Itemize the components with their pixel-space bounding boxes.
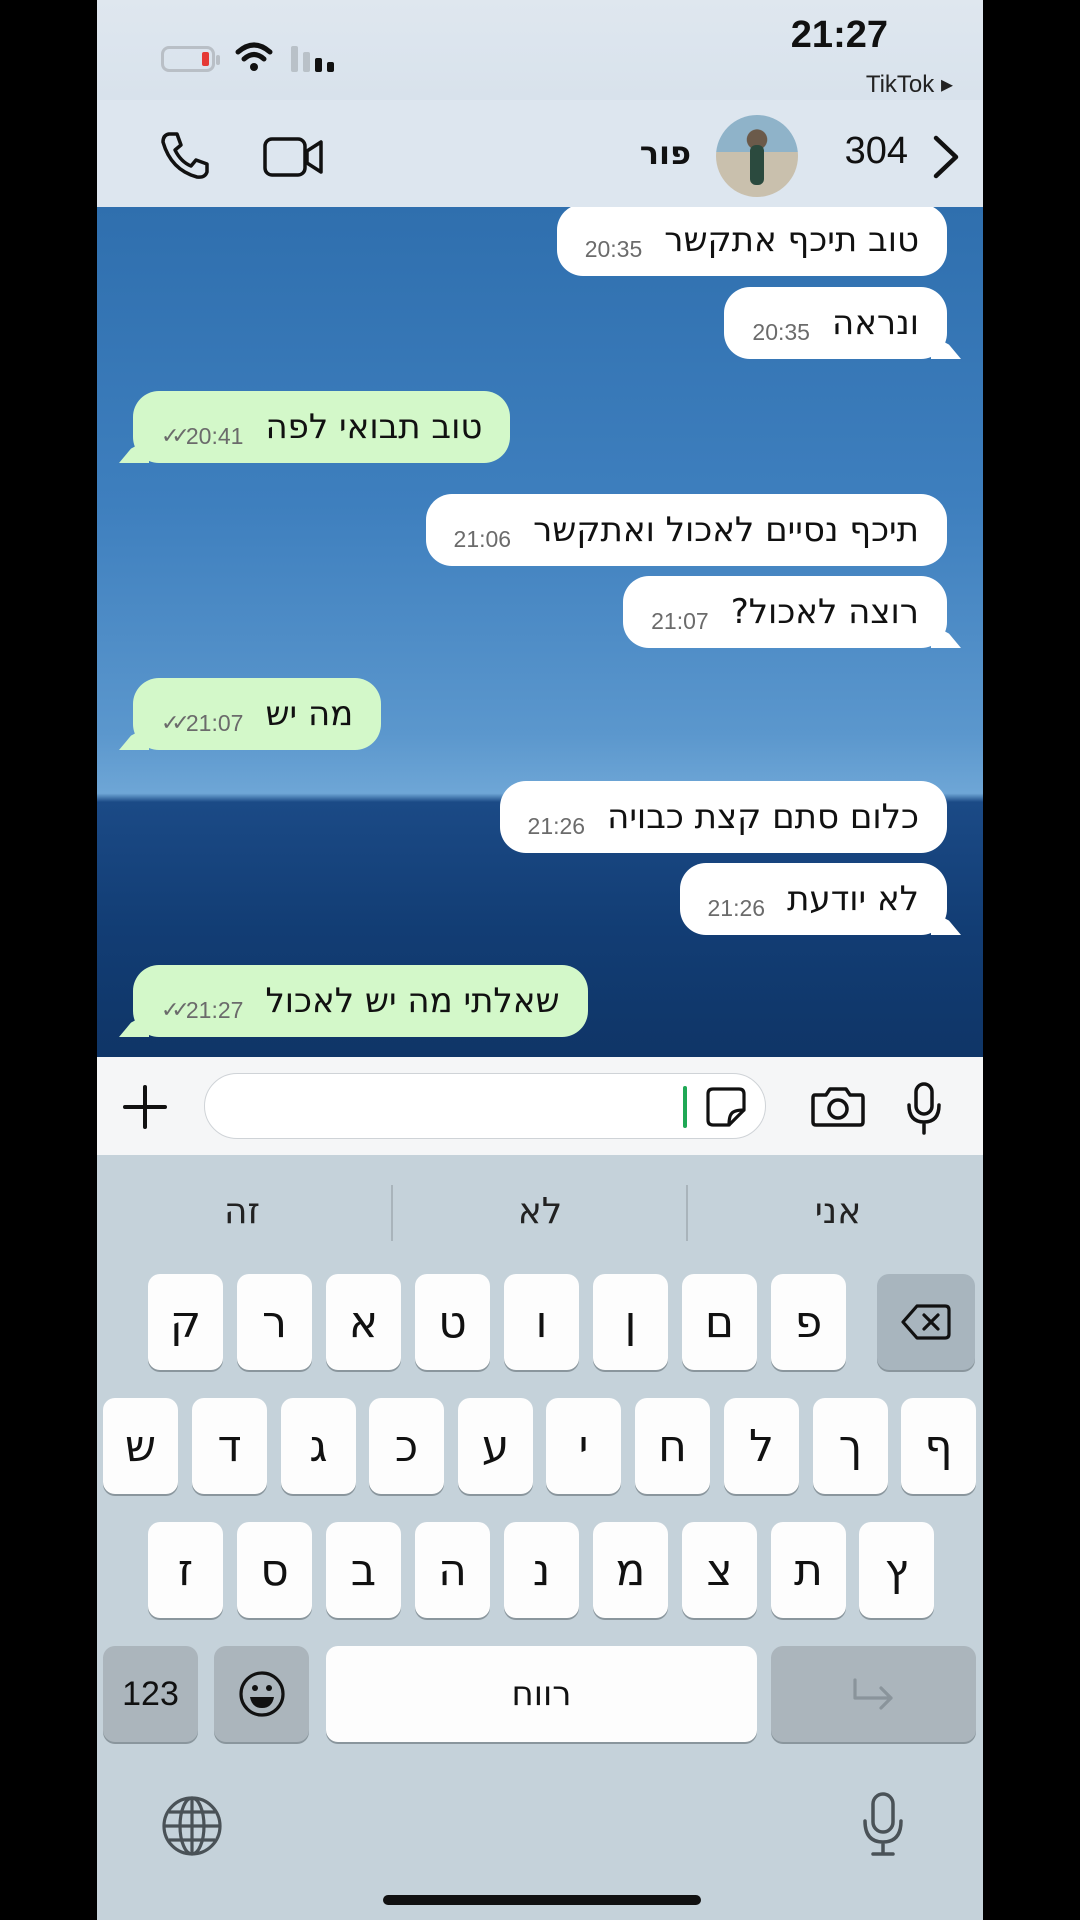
dictation-microphone-icon[interactable] — [861, 1791, 905, 1857]
key[interactable]: צ — [682, 1522, 757, 1618]
key[interactable]: ב — [326, 1522, 401, 1618]
message-outgoing[interactable]: טוב תבואי לפה 20:41 ✓✓ — [133, 391, 511, 463]
message-incoming[interactable]: ונראה 20:35 — [724, 287, 947, 359]
emoji-icon — [238, 1671, 285, 1717]
backspace-icon — [901, 1304, 951, 1340]
key[interactable]: ן — [593, 1274, 668, 1370]
key[interactable]: ף — [901, 1398, 976, 1494]
video-call-icon[interactable] — [263, 136, 325, 178]
read-receipt-icon: ✓✓ — [161, 997, 190, 1023]
phone-screen: 21:27 TikTok ▸ פור 304 טוב תיכף אתקשר 20… — [97, 0, 983, 1920]
chevron-right-icon[interactable] — [931, 134, 961, 180]
key[interactable]: ם — [682, 1274, 757, 1370]
read-receipt-icon: ✓✓ — [161, 423, 190, 449]
battery-icon — [161, 46, 220, 72]
text-cursor — [683, 1086, 687, 1128]
key[interactable]: י — [546, 1398, 621, 1494]
message-text: טוב תיכף אתקשר — [664, 220, 919, 260]
home-indicator[interactable] — [383, 1895, 701, 1905]
chat-area[interactable]: טוב תיכף אתקשר 20:35 ונראה 20:35 טוב תבו… — [97, 207, 983, 1057]
message-incoming[interactable]: טוב תיכף אתקשר 20:35 — [556, 207, 947, 276]
message-text: מה יש — [265, 694, 354, 734]
key[interactable]: ת — [771, 1522, 846, 1618]
microphone-icon[interactable] — [905, 1081, 943, 1135]
message-time: 21:07 — [651, 607, 709, 634]
keyboard: אני לא זה פ ם ן ו ט א ר ק ף ך ל ח י ע כ … — [97, 1155, 983, 1920]
key[interactable]: ך — [813, 1398, 888, 1494]
message-outgoing[interactable]: שאלתי מה יש לאכול 21:27 ✓✓ — [133, 965, 588, 1037]
cellular-signal-icon — [291, 46, 334, 72]
wifi-icon — [235, 42, 273, 71]
numbers-key[interactable]: 123 — [103, 1646, 198, 1742]
space-key[interactable]: רווח — [326, 1646, 757, 1742]
chat-header: פור 304 — [97, 100, 983, 207]
suggestion-item[interactable]: לא — [395, 1191, 685, 1232]
status-bar: 21:27 TikTok ▸ — [97, 0, 983, 100]
emoji-key[interactable] — [214, 1646, 309, 1742]
message-input-bar — [97, 1057, 983, 1155]
message-incoming[interactable]: תיכף נסיים לאכול ואתקשר 21:06 — [425, 494, 947, 566]
key[interactable]: א — [326, 1274, 401, 1370]
key[interactable]: ו — [504, 1274, 579, 1370]
key[interactable]: ל — [724, 1398, 799, 1494]
contact-name[interactable]: פור — [640, 134, 691, 172]
key[interactable]: ק — [148, 1274, 223, 1370]
message-time: 21:07 — [185, 709, 244, 736]
contact-avatar[interactable] — [716, 115, 798, 197]
message-outgoing[interactable]: מה יש 21:07 ✓✓ — [133, 678, 382, 750]
globe-icon[interactable] — [161, 1795, 223, 1857]
message-incoming[interactable]: לא יודעת 21:26 — [679, 863, 947, 935]
key[interactable]: מ — [593, 1522, 668, 1618]
divider — [686, 1185, 688, 1241]
message-text: תיכף נסיים לאכול ואתקשר — [533, 510, 919, 550]
sticker-icon[interactable] — [705, 1086, 747, 1128]
suggestion-item[interactable]: אני — [693, 1191, 983, 1232]
message-time: 20:35 — [752, 318, 810, 345]
key[interactable]: ג — [281, 1398, 356, 1494]
key[interactable]: ע — [458, 1398, 533, 1494]
suggestion-item[interactable]: זה — [97, 1191, 387, 1232]
key[interactable]: ד — [192, 1398, 267, 1494]
key[interactable]: ה — [415, 1522, 490, 1618]
key[interactable]: כ — [369, 1398, 444, 1494]
message-incoming[interactable]: רוצה לאכול? 21:07 — [623, 576, 947, 648]
message-text: ונראה — [831, 303, 919, 343]
key[interactable]: ס — [237, 1522, 312, 1618]
key[interactable]: פ — [771, 1274, 846, 1370]
phone-call-icon[interactable] — [159, 130, 211, 180]
message-time: 20:41 — [185, 422, 244, 449]
message-time: 20:35 — [584, 235, 643, 262]
delete-key[interactable] — [877, 1274, 975, 1370]
suggestion-bar: אני לא זה — [97, 1155, 983, 1265]
unread-count: 304 — [844, 130, 908, 172]
key[interactable]: נ — [504, 1522, 579, 1618]
key[interactable]: ז — [148, 1522, 223, 1618]
status-time: 21:27 — [790, 14, 888, 56]
message-text: כלום סתם קצת כבויה — [607, 797, 919, 837]
message-incoming[interactable]: כלום סתם קצת כבויה 21:26 — [499, 781, 947, 853]
key[interactable]: ח — [635, 1398, 710, 1494]
key[interactable]: ט — [415, 1274, 490, 1370]
message-text: רוצה לאכול? — [730, 592, 919, 632]
return-key[interactable] — [771, 1646, 976, 1742]
message-text: לא יודעת — [787, 879, 919, 919]
message-time: 21:26 — [527, 812, 586, 839]
key[interactable]: ר — [237, 1274, 312, 1370]
message-time: 21:27 — [185, 996, 244, 1023]
message-time: 21:06 — [453, 525, 512, 552]
message-time: 21:26 — [707, 894, 766, 921]
divider — [391, 1185, 393, 1241]
back-to-app-link[interactable]: TikTok ▸ — [866, 70, 953, 99]
read-receipt-icon: ✓✓ — [161, 710, 190, 736]
return-icon — [852, 1678, 893, 1710]
key[interactable]: ש — [103, 1398, 178, 1494]
message-text: שאלתי מה יש לאכול — [265, 981, 560, 1021]
message-input[interactable] — [204, 1073, 766, 1139]
camera-icon[interactable] — [811, 1085, 865, 1127]
key[interactable]: ץ — [859, 1522, 934, 1618]
plus-icon[interactable] — [121, 1083, 169, 1131]
message-text: טוב תבואי לפה — [265, 407, 483, 447]
